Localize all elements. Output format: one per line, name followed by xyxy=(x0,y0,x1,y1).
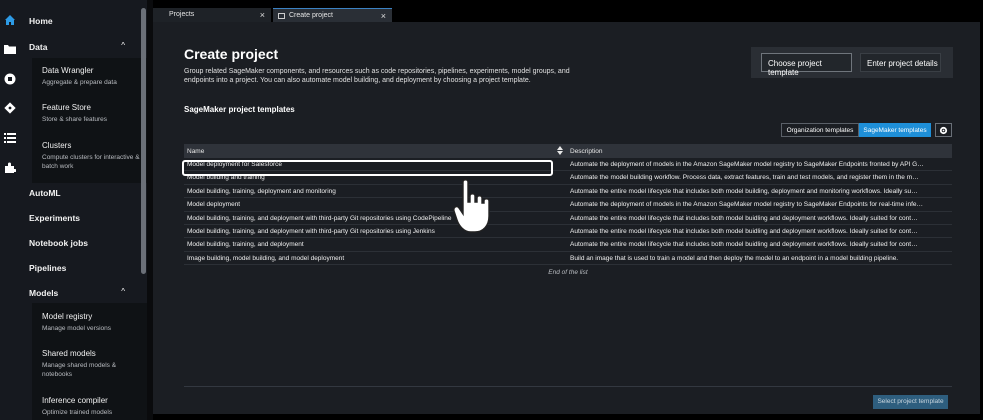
item-desc: Manage model versions xyxy=(42,325,112,332)
item-title: Feature Store xyxy=(42,103,91,112)
item-title: Data Wrangler xyxy=(42,66,94,75)
template-description: Automate the deployment of models in the… xyxy=(570,201,923,209)
end-of-list: End of the list xyxy=(548,269,588,277)
home-icon[interactable] xyxy=(3,13,16,26)
close-icon[interactable]: × xyxy=(260,10,265,20)
organization-templates-button[interactable]: Organization templates xyxy=(781,123,859,137)
select-template-button[interactable]: Select project template xyxy=(873,395,948,409)
template-name: Model building, training, and deployment… xyxy=(187,227,435,235)
template-description: Automate the deployment of models in the… xyxy=(570,161,924,168)
gear-icon[interactable] xyxy=(935,123,952,137)
tab-create-project[interactable]: Create project × xyxy=(273,8,392,22)
template-description: Automate the entire model lifecycle that… xyxy=(570,241,918,249)
template-description: Automate the entire model lifecycle that… xyxy=(570,214,918,222)
sidebar-item-model-registry[interactable]: Model registry Manage model versions xyxy=(42,312,142,333)
sidebar-scrollbar[interactable] xyxy=(141,8,146,274)
template-name: Model building, training, and deployment… xyxy=(187,214,452,222)
hand-cursor-icon xyxy=(453,179,490,233)
table-row[interactable]: Image building, model building, and mode… xyxy=(184,252,952,266)
column-header-name[interactable]: Name xyxy=(187,148,204,155)
template-description: Automate the entire model lifecycle that… xyxy=(570,187,918,195)
table-row[interactable]: Model building, training, and deployment… xyxy=(184,212,952,225)
item-title: Shared models xyxy=(42,349,96,358)
template-name: Model deployment xyxy=(187,201,241,209)
chevron-up-icon[interactable]: ^ xyxy=(121,287,125,296)
sidebar-item-inference-compiler[interactable]: Inference compiler Optimize trained mode… xyxy=(42,396,142,417)
sidebar-item-pipelines[interactable]: Pipelines xyxy=(29,263,66,273)
sidebar-section-models[interactable]: Models xyxy=(29,288,58,298)
folder-icon[interactable] xyxy=(3,43,16,56)
sidebar-item-feature-store[interactable]: Feature Store Store & share features xyxy=(42,103,142,124)
item-desc: Store & share features xyxy=(42,116,108,123)
sidebar-item-shared-models[interactable]: Shared models Manage shared models & not… xyxy=(42,349,142,379)
item-desc: Optimize trained models xyxy=(42,409,113,416)
table-row[interactable]: Model building, training, deployment and… xyxy=(184,185,952,199)
selection-highlight xyxy=(182,160,553,176)
sagemaker-templates-button[interactable]: SageMaker templates xyxy=(859,123,931,137)
sort-icon[interactable] xyxy=(557,146,563,157)
page-title: Create project xyxy=(184,46,279,62)
puzzle-icon[interactable] xyxy=(3,161,16,174)
icon-rail xyxy=(0,0,20,420)
column-header-description: Description xyxy=(570,148,603,155)
template-name: Model building, training, deployment and… xyxy=(187,187,336,195)
sidebar-item-data-wrangler[interactable]: Data Wrangler Aggregate & prepare data xyxy=(42,66,142,87)
sidebar-section-data[interactable]: Data xyxy=(29,42,47,52)
wizard-steps: Choose project template Enter project de… xyxy=(751,47,953,78)
template-description: Automate the entire model lifecycle that… xyxy=(570,227,918,235)
circle-stop-icon[interactable] xyxy=(3,72,16,85)
git-icon[interactable] xyxy=(3,101,16,114)
section-title: SageMaker project templates xyxy=(184,105,295,114)
step-choose-template[interactable]: Choose project template xyxy=(761,53,852,77)
divider xyxy=(184,386,952,387)
template-description: Automate the model building workflow. Pr… xyxy=(570,174,919,182)
tab-projects[interactable]: Projects × xyxy=(153,8,271,22)
item-desc: Aggregate & prepare data xyxy=(42,79,117,86)
table-row[interactable]: Model building, training, and deployment… xyxy=(184,225,952,239)
table-row[interactable]: Model building, training, and deployment… xyxy=(184,238,952,252)
item-desc: Manage shared models & notebooks xyxy=(42,362,117,378)
sidebar-item-home[interactable]: Home xyxy=(29,16,53,26)
page-description: Group related SageMaker components, and … xyxy=(184,68,570,84)
item-desc: Compute clusters for interactive & batch… xyxy=(42,154,140,170)
main-panel: Create project Group related SageMaker c… xyxy=(153,22,980,414)
table-header: Name Description xyxy=(184,144,952,158)
item-title: Model registry xyxy=(42,312,93,321)
item-title: Clusters xyxy=(42,141,72,150)
tab-label: Projects xyxy=(169,11,195,18)
sidebar-item-notebook-jobs[interactable]: Notebook jobs xyxy=(29,238,88,248)
chevron-up-icon[interactable]: ^ xyxy=(121,41,125,50)
sidebar-item-clusters[interactable]: Clusters Compute clusters for interactiv… xyxy=(42,141,142,171)
list-icon[interactable] xyxy=(3,131,16,144)
close-icon[interactable]: × xyxy=(381,11,386,21)
template-description: Build an image that is used to train a m… xyxy=(570,254,899,262)
tab-label: Create project xyxy=(289,12,333,19)
step-enter-details[interactable]: Enter project details xyxy=(860,53,941,72)
template-name: Image building, model building, and mode… xyxy=(187,254,345,262)
table-row[interactable]: Model deployment Automate the deployment… xyxy=(184,198,952,212)
item-title: Inference compiler xyxy=(42,396,108,405)
sidebar-item-experiments[interactable]: Experiments xyxy=(29,213,80,223)
launcher-icon xyxy=(278,13,285,19)
sidebar: Home Data ^ Data Wrangler Aggregate & pr… xyxy=(20,0,147,420)
sidebar-item-automl[interactable]: AutoML xyxy=(29,188,61,198)
template-name: Model building, training, and deployment xyxy=(187,241,304,249)
